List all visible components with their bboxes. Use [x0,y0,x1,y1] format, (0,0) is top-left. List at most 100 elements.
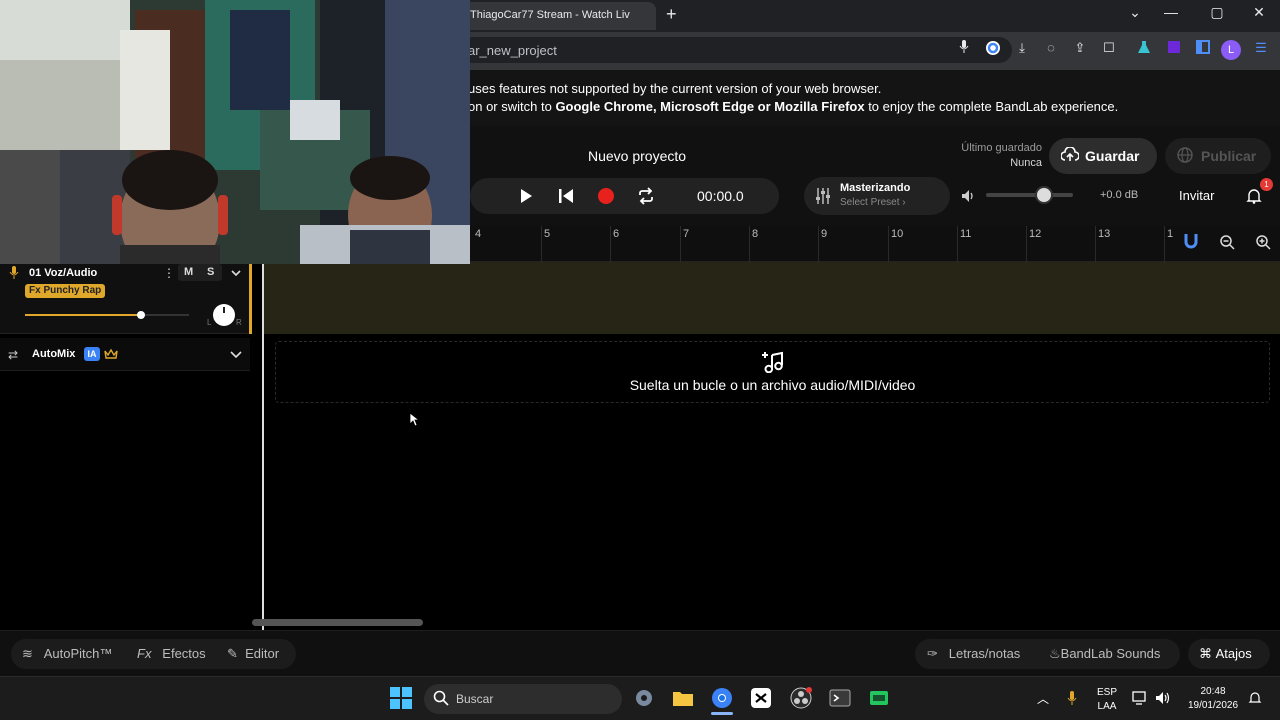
taskbar-search[interactable]: Buscar [424,684,622,714]
last-saved-value: Nunca [1010,157,1042,169]
track-more-icon[interactable]: ⋮ [163,266,175,280]
master-volume-slider[interactable] [986,193,1073,197]
horizontal-scrollbar[interactable] [252,619,423,626]
google-lens-icon[interactable] [983,40,1003,59]
track-lane[interactable] [262,262,1280,334]
solo-button[interactable]: S [207,266,214,278]
ruler-tick: 11 [960,228,972,240]
track-volume-track[interactable] [141,314,189,316]
ruler-line [818,226,819,262]
automix-label: AutoMix [32,348,76,360]
invite-button[interactable]: Invitar [1179,188,1214,203]
effects-button[interactable]: Fx Efectos [137,646,206,661]
install-icon[interactable]: ⤓ [1012,40,1032,56]
volume-db-readout: +0.0 dB [1100,189,1139,201]
command-icon: ⌘ [1199,646,1212,661]
side-panel-icon[interactable] [1193,40,1213,57]
feather-pen-icon: ✑ [927,646,938,661]
bandlab-sounds-button[interactable]: ♨BandLab Sounds [1049,646,1160,662]
file-explorer-icon[interactable] [672,687,694,709]
banner-browsers: Google Chrome, Microsoft Edge or Mozilla… [555,99,865,114]
drop-zone-text: Suelta un bucle o un archivo audio/MIDI/… [629,377,916,393]
shortcuts-button[interactable]: ⌘ Atajos [1199,646,1252,662]
autopitch-label: AutoPitch™ [43,646,113,661]
track-volume-fill [25,314,141,316]
publish-label: Publicar [1201,148,1257,164]
notification-center-icon[interactable] [1248,691,1262,710]
webcam-feed-image [0,0,470,264]
minimize-button[interactable]: — [1161,4,1181,20]
tray-chevron-up-icon[interactable]: ︿ [1037,690,1049,707]
network-icon[interactable] [1132,691,1148,710]
playhead[interactable] [262,262,264,630]
mute-button[interactable]: M [184,266,193,278]
loop-button[interactable] [636,186,656,206]
select-preset-label: Select Preset › [840,197,906,208]
address-bar[interactable]: ar_new_project [460,37,1012,63]
publish-button[interactable]: Publicar [1165,138,1271,174]
zoom-in-icon[interactable] [1255,234,1271,255]
android-app-icon[interactable] [868,687,890,709]
save-button[interactable]: Guardar [1049,138,1157,174]
lyrics-label: Letras/notas [948,646,1021,661]
play-button[interactable] [516,186,536,206]
chrome-taskbar-icon[interactable] [711,687,733,709]
extension-purple-icon[interactable] [1164,40,1184,57]
last-saved-label: Último guardado [961,142,1042,154]
close-window-button[interactable]: ✕ [1249,4,1269,21]
snap-magnet-icon[interactable] [1183,232,1199,255]
settings-gear-icon[interactable] [633,687,655,709]
language-indicator[interactable]: ESP LAA [1094,687,1120,712]
terminal-icon[interactable] [829,687,851,709]
bell-icon[interactable] [1246,188,1262,209]
pan-knob[interactable] [213,304,235,326]
share-icon[interactable]: ⇪ [1070,40,1090,56]
tab-search-icon[interactable]: ⌄ [1125,4,1145,21]
autopitch-button[interactable]: ≋ AutoPitch™ [22,646,112,662]
rewind-button[interactable] [556,186,576,206]
globe-icon [1177,147,1193,166]
timeline-ruler[interactable] [470,226,1280,262]
speaker-icon[interactable] [960,188,976,209]
ruler-line [680,226,681,262]
record-button[interactable] [596,186,616,206]
project-title[interactable]: Nuevo proyecto [588,148,686,164]
capcut-icon[interactable] [750,687,772,709]
windows-start-icon[interactable] [390,687,412,709]
master-volume-knob[interactable] [1035,186,1053,204]
ruler-tick: 5 [544,228,551,240]
editor-button[interactable]: ✎ Editor [227,646,279,662]
mouse-cursor-icon [409,412,421,432]
autopitch-icon: ≋ [22,646,33,661]
pan-right-label: R [236,318,242,327]
volume-tray-icon[interactable] [1155,691,1171,710]
ruler-tick: 4 [475,228,482,240]
tray-microphone-icon[interactable] [1067,690,1077,711]
automix-chevron-icon[interactable] [229,347,243,366]
lyrics-button[interactable]: ✑ Letras/notas [927,646,1020,662]
clock[interactable]: 20:48 19/01/2026 [1180,686,1246,711]
ruler-tick: 7 [683,228,690,240]
bookmark-icon[interactable]: ☐ [1099,40,1119,56]
microphone-icon[interactable] [954,40,974,57]
profile-avatar[interactable]: L [1221,40,1241,60]
maximize-button[interactable]: ▢ [1207,4,1227,21]
chrome-menu-icon[interactable]: ☰ [1251,40,1271,56]
ruler-line [957,226,958,262]
clock-time: 20:48 [1200,686,1226,697]
save-label: Guardar [1085,148,1140,164]
track-name[interactable]: 01 Voz/Audio [29,267,97,279]
extension-flask-icon[interactable] [1134,40,1154,57]
zoom-out-icon[interactable] [1219,234,1235,255]
ruler-tick: 9 [821,228,828,240]
chevron-down-icon[interactable] [229,266,243,285]
browser-tab[interactable]: ThiagoCar77 Stream - Watch Liv [460,2,656,30]
track-effect-badge[interactable]: Fx Punchy Rap [25,284,106,298]
obs-icon[interactable] [790,687,812,709]
new-tab-button[interactable]: + [666,4,677,25]
track-volume-handle[interactable] [137,311,145,319]
editor-label: Editor [245,646,280,661]
ruler-line [749,226,750,262]
eye-off-icon[interactable]: ◌ [1041,40,1061,55]
fx-icon: Fx [137,646,152,661]
